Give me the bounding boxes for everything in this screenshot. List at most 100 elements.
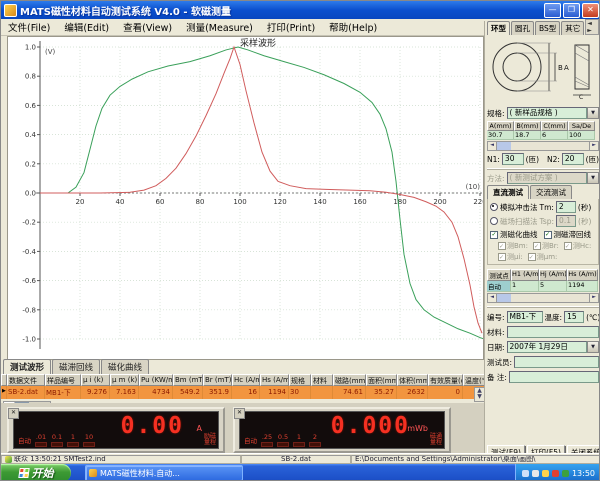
- application-window: MATS磁性材料自动测试系统 V4.0 - 软磁测量 — ❐ ✕ 文件(File…: [0, 0, 600, 481]
- test-point-row[interactable]: 自动151194: [487, 281, 599, 292]
- point-col-header-0: 测试点: [487, 269, 511, 281]
- n2-input[interactable]: 20: [562, 153, 584, 165]
- scroll-left-icon[interactable]: ◄: [488, 294, 497, 302]
- sub-check-group: ✓测Bm:✓测Br:✓测Hc:✓测μi:✓测μm:: [498, 241, 597, 262]
- test-tab-交流测试[interactable]: 交流测试: [530, 185, 572, 199]
- scroll-thumb[interactable]: [497, 294, 511, 302]
- test-tab-直流测试[interactable]: 直流测试: [487, 185, 529, 199]
- meter-range-button-1[interactable]: 1: [67, 433, 79, 447]
- tray-clock[interactable]: 13:50: [572, 469, 595, 478]
- results-col-header-3[interactable]: μ m (k): [110, 374, 139, 386]
- tray-icon-5[interactable]: [562, 470, 569, 477]
- meter-close-icon[interactable]: ✕: [234, 408, 245, 419]
- menu-item-5[interactable]: 帮助(Help): [322, 20, 384, 34]
- tray-icon-4[interactable]: [552, 470, 559, 477]
- results-col-header-12[interactable]: 面积(mm^2): [366, 374, 397, 386]
- meter-range-button-2[interactable]: 2: [309, 433, 321, 447]
- diagram-label-c: C: [579, 94, 583, 101]
- shape-tab-其它[interactable]: 其它: [561, 21, 584, 35]
- x-tick-label: 20: [76, 198, 85, 206]
- results-col-header-11[interactable]: 磁路(mm): [333, 374, 366, 386]
- meter-range-button-10[interactable]: 10: [83, 433, 95, 447]
- results-col-header-8[interactable]: Hs (A/m): [260, 374, 289, 386]
- results-col-header-13[interactable]: 体积(mm^3): [397, 374, 428, 386]
- sub-checkbox-icon[interactable]: ✓: [498, 242, 506, 250]
- results-col-header-15[interactable]: 温度(℃): [463, 374, 485, 386]
- tm-input[interactable]: 2: [556, 201, 576, 213]
- results-cell-5: 549.2: [173, 386, 203, 399]
- magnetization-curve-checkbox[interactable]: ✓: [490, 231, 498, 239]
- meter-range-button-.01[interactable]: .01: [35, 433, 47, 447]
- scroll-right-icon[interactable]: ►: [589, 142, 598, 150]
- results-col-header-10[interactable]: 材料: [311, 374, 333, 386]
- results-col-header-4[interactable]: Pu (KW/m3): [139, 374, 173, 386]
- test-point-hscrollbar[interactable]: ◄ ►: [487, 293, 599, 303]
- meter-range-button-0.5[interactable]: 0.5: [277, 433, 289, 447]
- results-col-header-7[interactable]: Hc (A/m): [232, 374, 260, 386]
- material-label: 材料:: [487, 327, 505, 338]
- taskbar-task-button[interactable]: MATS磁性材料.自动...: [85, 465, 243, 481]
- results-table-row[interactable]: ▶SB-2.datMB1-下9.2767.1634734549.2351.916…: [1, 386, 485, 399]
- meter-range-button-1[interactable]: 1: [293, 433, 305, 447]
- sub-checkbox-icon[interactable]: ✓: [564, 242, 572, 250]
- chevron-down-icon[interactable]: ▼: [587, 107, 599, 119]
- results-col-header-1[interactable]: 样品编号: [45, 374, 81, 386]
- tray-icon-1[interactable]: [522, 470, 529, 477]
- results-col-header-14[interactable]: 有效质量(g): [428, 374, 463, 386]
- dimension-table-row[interactable]: 30.718.76100: [487, 131, 599, 140]
- impulse-method-radio[interactable]: [490, 203, 498, 211]
- sample-id-input[interactable]: MB1-下: [507, 311, 543, 323]
- tester-input[interactable]: [514, 356, 599, 368]
- results-cell-9: 30: [289, 386, 311, 399]
- tray-icon-3[interactable]: [542, 470, 549, 477]
- meter-close-icon[interactable]: ✕: [8, 408, 19, 419]
- results-tab-测试波形[interactable]: 测试波形: [3, 359, 51, 375]
- chevron-down-icon[interactable]: ▼: [587, 341, 599, 353]
- results-tab-磁滞回线[interactable]: 磁滞回线: [52, 359, 100, 374]
- close-icon[interactable]: ✕: [582, 3, 599, 18]
- maximize-icon[interactable]: ❐: [563, 3, 580, 18]
- minimize-icon[interactable]: —: [544, 3, 561, 18]
- dimension-table-header: A(mm)B(mm)C(mm)Sa/De: [487, 121, 599, 131]
- dimension-table: A(mm)B(mm)C(mm)Sa/De 30.718.76100: [487, 121, 599, 140]
- material-input[interactable]: [507, 326, 599, 338]
- results-tab-磁化曲线[interactable]: 磁化曲线: [101, 359, 149, 374]
- meter-range-button-0.1[interactable]: 0.1: [51, 433, 63, 447]
- results-col-header-5[interactable]: Bm (mT): [173, 374, 203, 386]
- shape-tab-环型[interactable]: 环型: [487, 21, 510, 35]
- sub-checkbox-icon[interactable]: ✓: [533, 242, 541, 250]
- spec-dropdown[interactable]: ( 新样品规格 ) ▼: [507, 107, 599, 119]
- tm-label: Tm:: [540, 203, 554, 212]
- sub-checkbox-icon[interactable]: ✓: [498, 253, 506, 261]
- sweep-method-radio[interactable]: [490, 217, 498, 225]
- shape-tab-scroll[interactable]: ◄ ►: [585, 19, 599, 35]
- scroll-thumb[interactable]: [497, 142, 511, 150]
- title-bar: MATS磁性材料自动测试系统 V4.0 - 软磁测量 — ❐ ✕: [1, 1, 600, 19]
- n1-input[interactable]: 30: [502, 153, 524, 165]
- note-input[interactable]: [509, 371, 599, 383]
- menu-item-2[interactable]: 查看(View): [116, 20, 179, 34]
- hysteresis-loop-checkbox[interactable]: ✓: [544, 231, 552, 239]
- menu-item-4[interactable]: 打印(Print): [260, 20, 322, 34]
- menu-item-3[interactable]: 测量(Measure): [179, 20, 260, 34]
- shape-tab-BS型[interactable]: BS型: [535, 21, 560, 35]
- temperature-input[interactable]: 15: [564, 311, 584, 323]
- date-dropdown[interactable]: 2007年 1月29日 ▼: [507, 341, 599, 353]
- tray-icon-2[interactable]: [532, 470, 539, 477]
- menu-item-0[interactable]: 文件(File): [1, 20, 57, 34]
- dimension-hscrollbar[interactable]: ◄ ►: [487, 141, 599, 151]
- results-col-header-0[interactable]: 数据文件: [7, 374, 45, 386]
- scroll-left-icon[interactable]: ◄: [488, 142, 497, 150]
- scroll-down-icon[interactable]: ▼: [475, 394, 484, 400]
- meter-range-button-.25[interactable]: .25: [261, 433, 273, 447]
- meter-auto-button[interactable]: 自动: [244, 435, 257, 445]
- results-col-header-2[interactable]: μ i (k): [81, 374, 110, 386]
- results-col-header-6[interactable]: Br (mT): [203, 374, 232, 386]
- meter-auto-button[interactable]: 自动: [18, 435, 31, 445]
- menu-item-1[interactable]: 编辑(Edit): [57, 20, 116, 34]
- results-col-header-9[interactable]: 规格: [289, 374, 311, 386]
- shape-tab-圆孔[interactable]: 圆孔: [511, 21, 534, 35]
- scroll-right-icon[interactable]: ►: [589, 294, 598, 302]
- start-button[interactable]: 开始: [1, 464, 71, 481]
- sub-checkbox-icon[interactable]: ✓: [528, 253, 536, 261]
